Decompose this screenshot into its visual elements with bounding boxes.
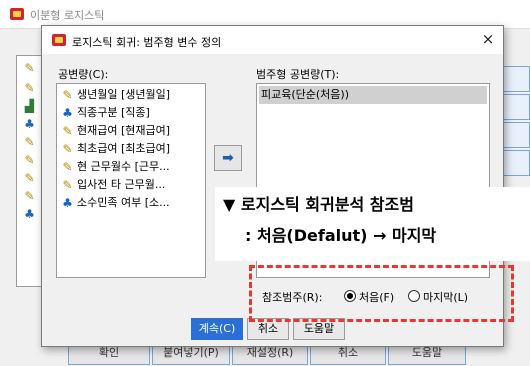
nominal-icon: ♣ bbox=[62, 105, 73, 120]
nominal-icon: ♣ bbox=[24, 117, 35, 131]
annotation-box: ▼ 로지스틱 회귀분석 참조범 : 처음(Defalut) → 마지막 bbox=[215, 187, 530, 261]
list-item-label: 현 근무월수 [근무... bbox=[77, 160, 170, 173]
dialog-title: 로지스틱 회귀: 범주형 변수 정의 bbox=[72, 36, 222, 49]
annotation-line-1: ▼ 로지스틱 회귀분석 참조범 bbox=[223, 195, 414, 214]
list-item[interactable]: ♣ 직종구분 [직종] bbox=[61, 104, 150, 122]
list-item[interactable]: ✎ 현 근무월수 [근무... bbox=[61, 158, 170, 176]
ruler-icon: ✎ bbox=[62, 141, 73, 156]
list-item-label: 직종구분 [직종] bbox=[77, 106, 150, 119]
arrow-right-icon: ➡ bbox=[222, 150, 234, 166]
continue-button[interactable]: 계속(C) bbox=[191, 318, 243, 340]
list-item[interactable]: ✎ 최초급여 [최초급여] bbox=[61, 140, 170, 158]
list-item-label: 현재급여 [현재급여] bbox=[77, 124, 171, 137]
ruler-icon: ✎ bbox=[24, 189, 35, 203]
nominal-icon: ♣ bbox=[62, 195, 73, 210]
highlight-box bbox=[249, 265, 514, 322]
ruler-icon: ✎ bbox=[24, 61, 35, 75]
annotation-line-2: : 처음(Defalut) → 마지막 bbox=[245, 226, 437, 245]
close-icon[interactable]: × bbox=[480, 30, 496, 48]
ruler-icon: ✎ bbox=[24, 135, 35, 149]
list-item[interactable]: ✎ 입사전 타 근무월... bbox=[61, 176, 165, 194]
ruler-icon: ✎ bbox=[24, 171, 35, 185]
app-icon bbox=[52, 34, 66, 46]
list-item-label: 생년월일 [생년월일] bbox=[77, 88, 171, 101]
categorical-covariates-label: 범주형 공변량(T): bbox=[256, 68, 340, 81]
list-item-label: 입사전 타 근무월... bbox=[77, 178, 166, 191]
list-item[interactable]: 피교육(단순(처음)) bbox=[259, 86, 487, 104]
list-item[interactable]: ♣ 소수민족 여부 [소... bbox=[61, 194, 170, 212]
ruler-icon: ✎ bbox=[24, 153, 35, 167]
move-variable-button[interactable]: ➡ bbox=[214, 145, 242, 171]
covariates-label: 공변량(C): bbox=[58, 68, 109, 81]
nominal-icon: ♣ bbox=[24, 207, 35, 221]
covariates-list[interactable]: ✎ 생년월일 [생년월일] ♣ 직종구분 [직종] ✎ 현재급여 [현재급여] ✎ 최초… bbox=[56, 83, 206, 278]
ruler-icon: ✎ bbox=[62, 87, 73, 102]
ruler-icon: ✎ bbox=[62, 123, 73, 138]
ruler-icon: ✎ bbox=[62, 177, 73, 192]
ruler-icon: ✎ bbox=[62, 159, 73, 174]
list-item[interactable]: ✎ 생년월일 [생년월일] bbox=[61, 86, 170, 104]
app-icon bbox=[10, 8, 24, 20]
list-item[interactable]: ✎ 현재급여 [현재급여] bbox=[61, 122, 170, 140]
ruler-icon: ✎ bbox=[24, 81, 35, 95]
list-item-label: 최초급여 [최초급여] bbox=[77, 142, 171, 155]
list-item-label: 소수민족 여부 [소... bbox=[77, 196, 170, 209]
background-title: 이분형 로지스틱 bbox=[30, 9, 105, 22]
dialog-title-bar: 로지스틱 회귀: 범주형 변수 정의 × bbox=[42, 26, 503, 54]
bar-chart-icon: ▟ bbox=[24, 99, 35, 113]
